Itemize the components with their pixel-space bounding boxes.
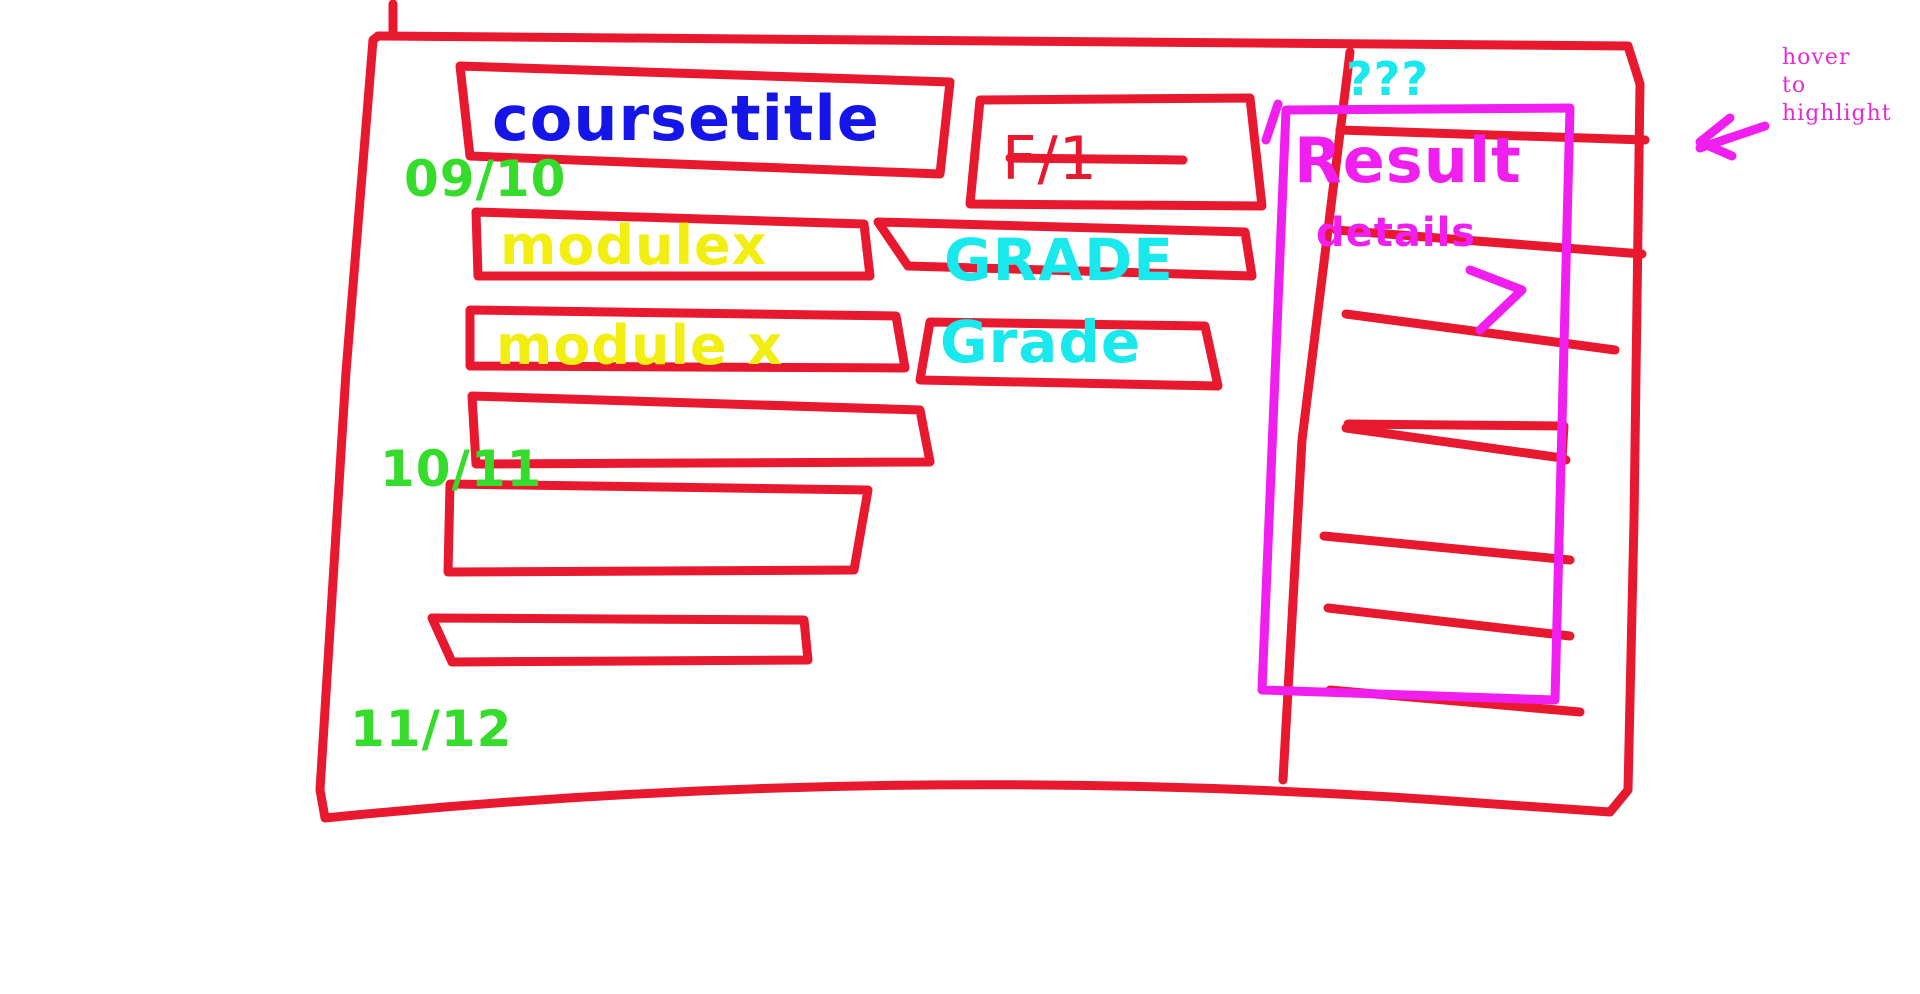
annotation-line-1: hover <box>1782 45 1851 70</box>
results-row[interactable] <box>1300 330 1550 420</box>
annotation-line-3: highlight <box>1782 101 1892 126</box>
score-value: F/1 <box>1002 124 1098 194</box>
results-row[interactable] <box>1300 236 1550 316</box>
wireframe-sketch <box>315 0 1770 823</box>
module-grade-2: Grade <box>940 308 1142 376</box>
results-top-label: ??? <box>1346 52 1430 106</box>
date-label-2: 10/11 <box>380 440 543 498</box>
highlight-corner <box>1261 99 1283 145</box>
course-title[interactable]: coursetitle <box>492 82 880 155</box>
module-grade-1: GRADE <box>944 226 1174 294</box>
results-title: Result <box>1294 124 1522 197</box>
results-row[interactable] <box>1300 624 1550 694</box>
date-label-3: 11/12 <box>350 700 513 758</box>
results-row[interactable] <box>1300 550 1550 620</box>
annotation-line-2: to <box>1782 73 1807 98</box>
hover-annotation: hover to highlight <box>1782 44 1892 128</box>
date-label-1: 09/10 <box>404 150 567 208</box>
module-label-1[interactable]: modulex <box>500 214 767 277</box>
module-label-2[interactable]: module x <box>496 314 783 377</box>
results-row[interactable] <box>1300 440 1550 530</box>
module-row-5-box <box>427 613 813 667</box>
